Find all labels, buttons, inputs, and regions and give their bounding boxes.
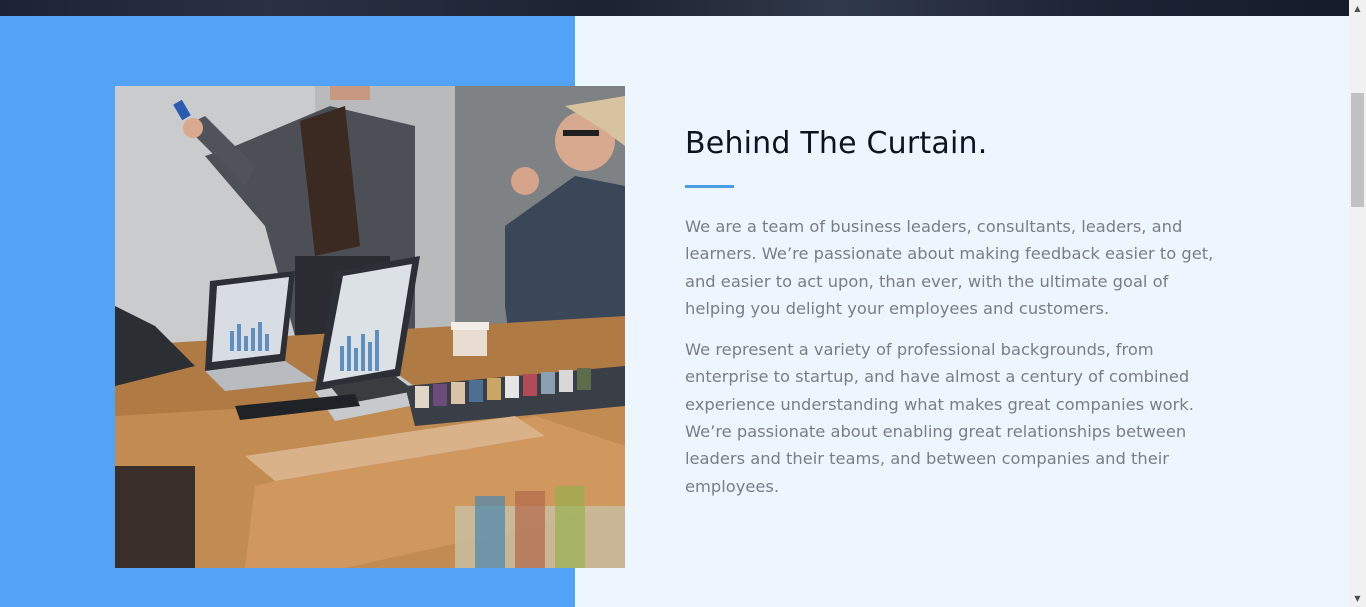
section-heading: Behind The Curtain. (685, 126, 988, 161)
heading-divider (685, 185, 734, 188)
vertical-scrollbar[interactable]: ▲ ▼ (1349, 0, 1366, 607)
intro-paragraph: We are a team of business leaders, consu… (685, 217, 1214, 318)
about-section: Behind The Curtain. We are a team of bus… (685, 122, 1230, 500)
background-paragraph: We represent a variety of professional b… (685, 340, 1194, 496)
hero-image-strip (0, 0, 1349, 16)
scrollbar-thumb[interactable] (1351, 93, 1364, 207)
team-meeting-photo (115, 86, 625, 568)
triangle-down-icon[interactable]: ▼ (1349, 590, 1366, 607)
page: Behind The Curtain. We are a team of bus… (0, 0, 1366, 607)
triangle-up-icon[interactable]: ▲ (1349, 0, 1366, 17)
